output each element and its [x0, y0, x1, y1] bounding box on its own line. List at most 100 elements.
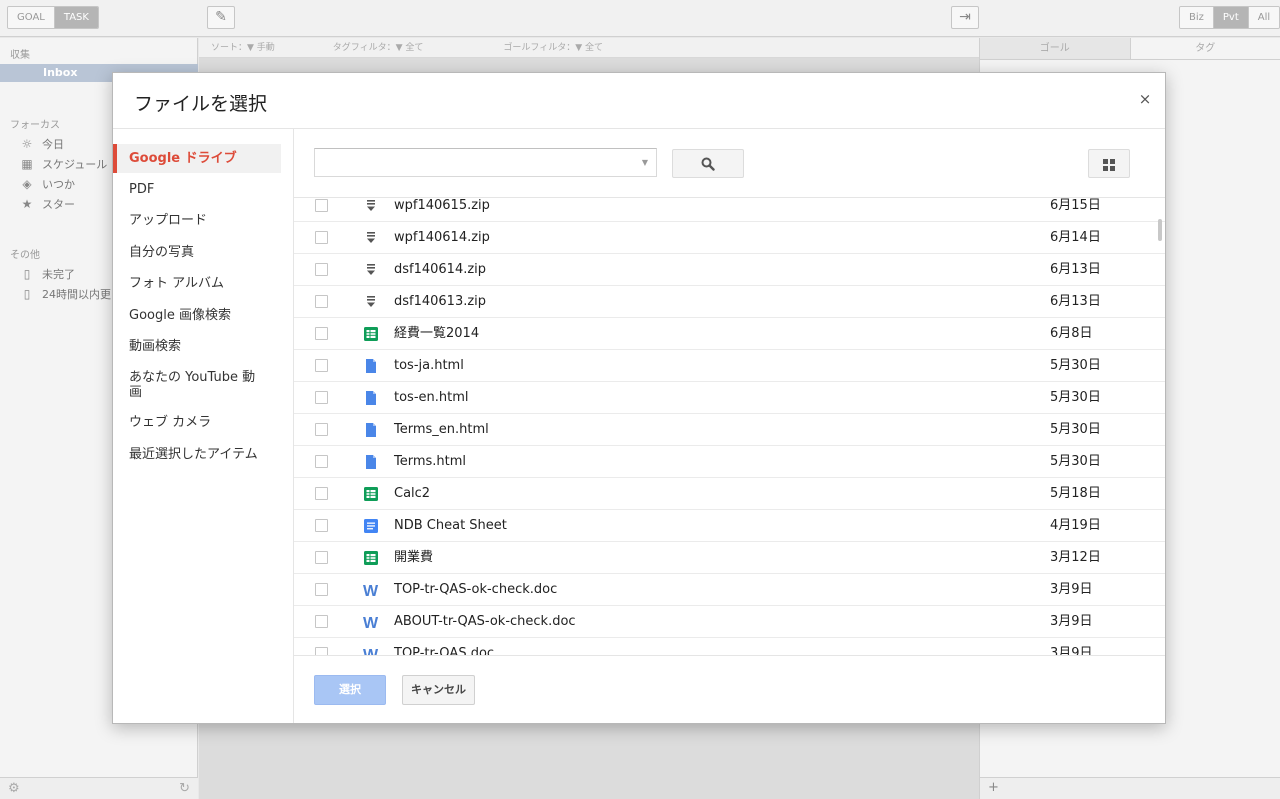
scope-all-button[interactable]: All — [1248, 7, 1280, 28]
nav-item-video-search[interactable]: 動画検索 — [113, 339, 281, 354]
scope-biz-button[interactable]: Biz — [1180, 7, 1214, 28]
file-checkbox[interactable] — [315, 423, 328, 436]
sidebar-item-recent[interactable]: ▯ 24時間以内更 — [20, 286, 111, 302]
file-checkbox[interactable] — [315, 231, 328, 244]
search-input[interactable] — [315, 149, 625, 176]
file-row[interactable]: Calc2 5月18日 — [294, 478, 1165, 510]
sidebar-item-someday[interactable]: ◈ いつか — [20, 176, 75, 192]
file-date: 6月15日 — [1050, 198, 1101, 213]
zip-icon — [367, 264, 375, 275]
nav-item-youtube[interactable]: あなたの YouTube 動画 — [113, 370, 263, 400]
cancel-button[interactable]: キャンセル — [402, 675, 475, 705]
file-date: 6月13日 — [1050, 262, 1101, 277]
file-type-icon-wrap — [363, 390, 379, 406]
word-icon: W — [363, 647, 379, 655]
file-icon — [366, 423, 376, 437]
file-row[interactable]: W ABOUT-tr-QAS-ok-check.doc 3月9日 — [294, 606, 1165, 638]
file-row[interactable]: tos-en.html 5月30日 — [294, 382, 1165, 414]
tag-filter-dropdown[interactable]: タグフィルタ：▼ 全て — [333, 38, 424, 57]
sidebar-footer: ⚙ ↻ — [0, 777, 198, 799]
dialog-footer: 選択 キャンセル — [294, 655, 1165, 723]
tab-goal[interactable]: ゴール — [980, 38, 1131, 59]
file-row[interactable]: Terms.html 5月30日 — [294, 446, 1165, 478]
svg-text:W: W — [363, 583, 379, 598]
refresh-icon[interactable]: ↻ — [179, 781, 190, 796]
file-checkbox[interactable] — [315, 263, 328, 276]
file-row[interactable]: W TOP-tr-QAS.doc 3月9日 — [294, 638, 1165, 655]
file-checkbox[interactable] — [315, 551, 328, 564]
file-checkbox[interactable] — [315, 647, 328, 655]
document-icon: ▯ — [23, 287, 31, 301]
search-button[interactable] — [672, 149, 744, 178]
file-type-icon-wrap — [363, 486, 379, 502]
close-icon[interactable]: × — [1137, 91, 1153, 107]
file-row[interactable]: dsf140613.zip 6月13日 — [294, 286, 1165, 318]
select-button[interactable]: 選択 — [314, 675, 386, 705]
sidebar-item-schedule[interactable]: ▦ スケジュール — [20, 156, 107, 172]
file-checkbox[interactable] — [315, 487, 328, 500]
word-icon: W — [363, 583, 379, 600]
word-icon: W — [363, 615, 379, 632]
file-row[interactable]: 経費一覧2014 6月8日 — [294, 318, 1165, 350]
nav-item-image-search[interactable]: Google 画像検索 — [113, 308, 281, 323]
scope-pvt-button[interactable]: Pvt — [1213, 7, 1249, 28]
file-name: tos-en.html — [394, 390, 469, 405]
nav-item-google-drive[interactable]: Google ドライブ — [113, 144, 281, 173]
sidebar-item-today[interactable]: ☼ 今日 — [20, 136, 64, 152]
nav-item-upload[interactable]: アップロード — [113, 213, 281, 228]
file-row[interactable]: 開業費 3月12日 — [294, 542, 1165, 574]
file-row[interactable]: wpf140615.zip 6月15日 — [294, 198, 1165, 222]
spreadsheet-icon — [364, 551, 378, 565]
import-button[interactable]: ⇥ — [951, 6, 979, 29]
sidebar-item-incomplete[interactable]: ▯ 未完了 — [20, 266, 75, 282]
nav-item-pdf[interactable]: PDF — [113, 182, 281, 197]
file-date: 3月12日 — [1050, 550, 1101, 565]
file-icon — [366, 359, 376, 373]
nav-item-recently-selected[interactable]: 最近選択したアイテム — [113, 447, 281, 462]
file-name: NDB Cheat Sheet — [394, 518, 507, 533]
file-type-icon-wrap — [363, 550, 379, 566]
zip-icon — [367, 296, 375, 307]
file-checkbox[interactable] — [315, 327, 328, 340]
goal-mode-button[interactable]: GOAL — [8, 7, 55, 28]
file-checkbox[interactable] — [315, 199, 328, 212]
file-row[interactable]: wpf140614.zip 6月14日 — [294, 222, 1165, 254]
file-row[interactable]: W TOP-tr-QAS-ok-check.doc 3月9日 — [294, 574, 1165, 606]
grid-view-button[interactable] — [1088, 149, 1130, 178]
sidebar-item-label: スケジュール — [42, 158, 108, 171]
file-checkbox[interactable] — [315, 583, 328, 596]
sort-dropdown[interactable]: ソート：▼ 手動 — [211, 38, 275, 57]
add-button[interactable]: + — [980, 777, 1280, 799]
nav-item-my-photos[interactable]: 自分の写真 — [113, 245, 281, 260]
file-name: ABOUT-tr-QAS-ok-check.doc — [394, 614, 576, 629]
goal-filter-dropdown[interactable]: ゴールフィルタ：▼ 全て — [503, 38, 603, 57]
sidebar-item-star[interactable]: ★ スター — [20, 196, 75, 212]
edit-button[interactable]: ✎ — [207, 6, 235, 29]
file-checkbox[interactable] — [315, 359, 328, 372]
file-date: 6月8日 — [1050, 326, 1093, 341]
file-row[interactable]: NDB Cheat Sheet 4月19日 — [294, 510, 1165, 542]
file-row[interactable]: Terms_en.html 5月30日 — [294, 414, 1165, 446]
calendar-icon: ▦ — [21, 157, 33, 171]
task-mode-button[interactable]: TASK — [54, 7, 98, 28]
file-date: 6月13日 — [1050, 294, 1101, 309]
file-checkbox[interactable] — [315, 519, 328, 532]
nav-item-webcam[interactable]: ウェブ カメラ — [113, 415, 281, 430]
pencil-icon: ✎ — [215, 9, 227, 25]
nav-item-photo-albums[interactable]: フォト アルバム — [113, 276, 281, 291]
dropdown-arrow-icon[interactable]: ▼ — [642, 158, 648, 167]
file-row[interactable]: dsf140614.zip 6月13日 — [294, 254, 1165, 286]
file-checkbox[interactable] — [315, 295, 328, 308]
file-type-icon-wrap — [363, 518, 379, 534]
gear-icon[interactable]: ⚙ — [8, 781, 20, 796]
file-row[interactable]: tos-ja.html 5月30日 — [294, 350, 1165, 382]
file-type-icon-wrap — [363, 358, 379, 374]
file-name: TOP-tr-QAS-ok-check.doc — [394, 582, 558, 597]
file-icon — [366, 455, 376, 469]
file-checkbox[interactable] — [315, 615, 328, 628]
tab-tag[interactable]: タグ — [1131, 38, 1280, 59]
file-date: 5月30日 — [1050, 422, 1101, 437]
scrollbar[interactable] — [1158, 219, 1162, 241]
file-checkbox[interactable] — [315, 455, 328, 468]
file-checkbox[interactable] — [315, 391, 328, 404]
